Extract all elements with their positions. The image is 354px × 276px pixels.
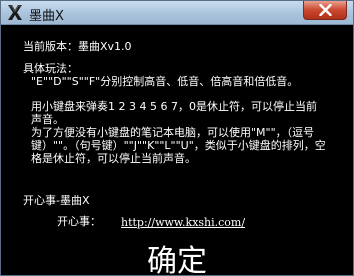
confirm-button[interactable]: 确定 [147, 244, 207, 275]
version-text: 当前版本：墨曲Xv1.0 [23, 40, 132, 53]
gameplay-line-3: 为了方便没有小键盘的笔记本电脑，可以使用"M""，（逗号键）""。（句号键）""… [31, 126, 326, 165]
site-label: 开心事： [57, 215, 101, 228]
credit-text: 开心事-墨曲X [23, 194, 90, 207]
gameplay-line-2: 用小键盘来弹奏1 2 3 4 5 6 7，0是休止符，可以停止当前声音。 [31, 100, 317, 126]
about-content: 当前版本：墨曲Xv1.0 具体玩法： "E""D""S""F"分别控制高音、低音… [1, 26, 353, 275]
app-logo-icon [6, 4, 24, 21]
window-title: 墨曲X [29, 9, 64, 24]
gameplay-heading: 具体玩法： [23, 62, 78, 75]
close-icon [319, 4, 332, 16]
about-dialog: 墨曲X 当前版本：墨曲Xv1.0 具体玩法： "E""D""S""F"分别控制高… [0, 0, 354, 276]
title-bar[interactable]: 墨曲X [1, 1, 353, 25]
close-button[interactable] [303, 1, 347, 20]
site-link[interactable]: http://www.kxshi.com/ [121, 216, 245, 229]
gameplay-line-1: "E""D""S""F"分别控制高音、低音、倍高音和倍低音。 [31, 75, 299, 88]
